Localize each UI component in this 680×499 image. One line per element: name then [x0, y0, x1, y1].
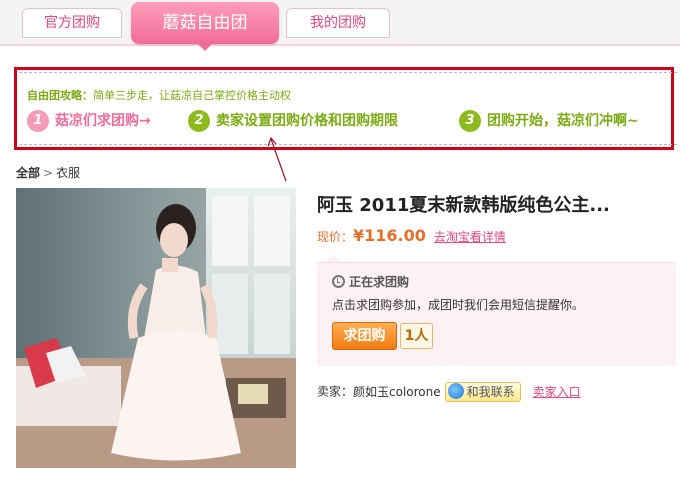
step-text: 菇凉们求团购→ — [55, 113, 151, 129]
guide-title-label: 自由团攻略： — [27, 89, 93, 102]
product-title[interactable]: 阿玉 2011夏末新款韩版纯色公主... — [317, 191, 610, 217]
group-status-label: 正在求团购 — [349, 275, 410, 289]
guide-step-3: 3 团购开始，菇凉们冲啊~ — [459, 109, 639, 133]
panel-caret — [325, 254, 341, 262]
guide-step-1: 1 菇凉们求团购→ — [27, 109, 151, 133]
participant-count: 1人 — [400, 323, 433, 349]
guide-step-2: 2 卖家设置团购价格和团购期限 — [188, 109, 398, 133]
contact-seller-button[interactable]: 和我联系 — [444, 382, 521, 402]
step-number: 2 — [188, 110, 210, 132]
request-group-buy-button[interactable]: 求团购 — [332, 322, 397, 350]
seller-shop-link[interactable]: 卖家入口 — [533, 385, 581, 399]
guide-title: 自由团攻略：简单三步走，让菇凉自己掌控价格主动权 — [27, 87, 291, 103]
step-number: 1 — [27, 110, 49, 132]
tab-active-notch — [197, 43, 213, 51]
price-row: 现价：¥116.00 去淘宝看详情 — [317, 226, 506, 245]
step-number: 3 — [459, 110, 481, 132]
product-photo — [16, 188, 296, 468]
taobao-detail-link[interactable]: 去淘宝看详情 — [434, 230, 506, 244]
guide-subtitle: 简单三步走，让菇凉自己掌控价格主动权 — [93, 89, 291, 102]
seller-row: 卖家：颜如玉colorone 和我联系 卖家入口 — [317, 382, 581, 402]
tab-my-group-buys[interactable]: 我的团购 — [286, 8, 390, 38]
clock-icon — [332, 275, 345, 288]
group-status: 正在求团购 — [332, 273, 409, 290]
seller-label: 卖家： — [317, 384, 354, 399]
step-text: 团购开始，菇凉们冲啊~ — [487, 113, 639, 129]
breadcrumb: 全部 > 衣服 — [16, 164, 80, 181]
tab-official-group-buy[interactable]: 官方团购 — [22, 8, 122, 38]
breadcrumb-current[interactable]: 衣服 — [56, 166, 80, 180]
breadcrumb-separator: > — [43, 166, 54, 180]
tab-bar-underline — [0, 44, 680, 46]
product-image[interactable] — [16, 188, 296, 468]
step-text: 卖家设置团购价格和团购期限 — [216, 113, 398, 129]
tab-free-group[interactable]: 蘑菇自由团 — [131, 2, 279, 51]
contact-seller-label: 和我联系 — [466, 385, 515, 399]
wangwang-icon — [447, 383, 464, 399]
arrow-icon — [267, 136, 287, 182]
price-value: ¥116.00 — [353, 226, 426, 245]
breadcrumb-root[interactable]: 全部 — [16, 166, 40, 180]
seller-name: 颜如玉colorone — [353, 384, 441, 399]
price-label: 现价： — [317, 230, 354, 244]
tab-free-group-label: 蘑菇自由团 — [162, 13, 248, 33]
group-notice: 点击求团购参加，成团时我们会用短信提醒你。 — [332, 298, 585, 312]
